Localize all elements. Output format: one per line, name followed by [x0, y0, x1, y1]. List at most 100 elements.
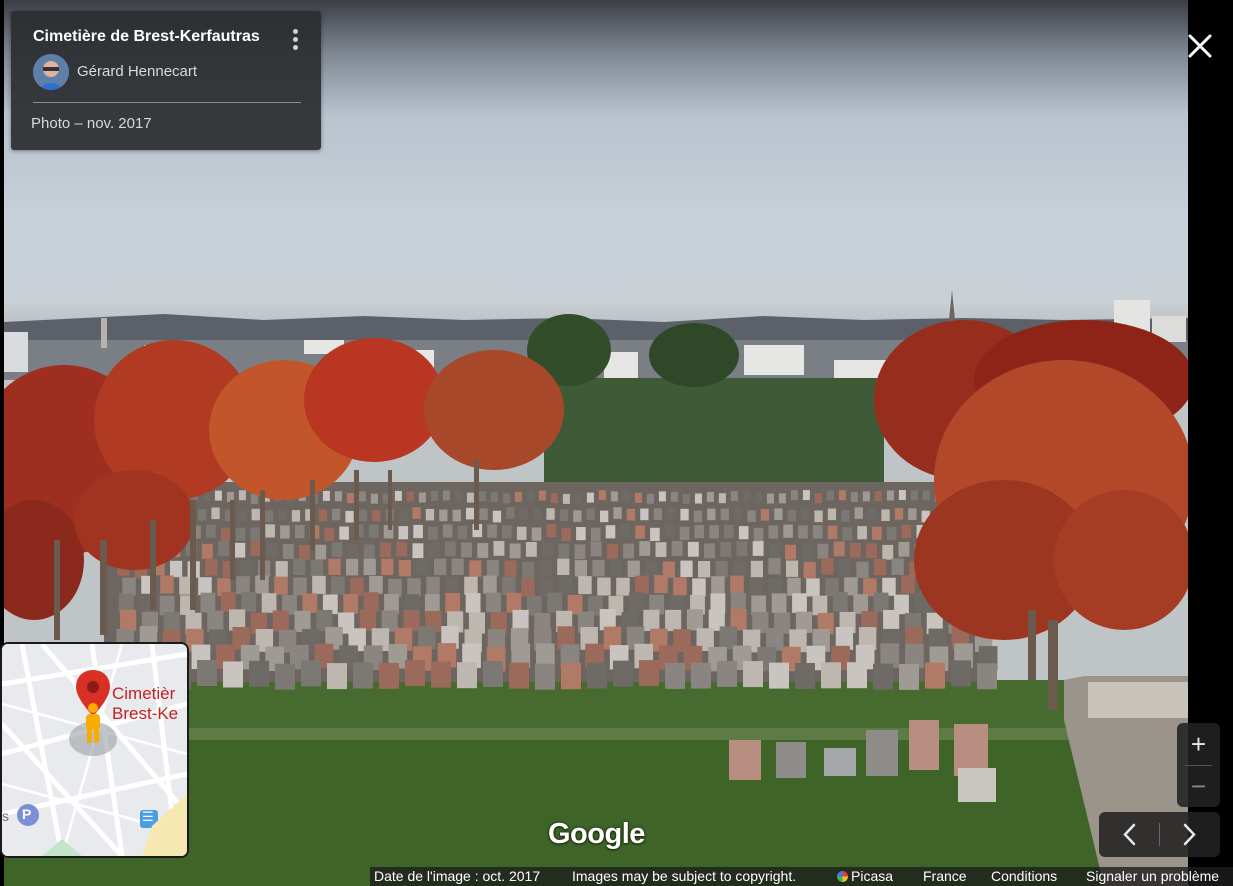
- gravestone: [506, 592, 522, 613]
- gravestone: [368, 524, 379, 538]
- gravestone: [802, 490, 810, 501]
- gravestone: [479, 508, 488, 520]
- gravestone: [655, 542, 667, 557]
- zoom-in-button[interactable]: +: [1177, 723, 1220, 765]
- gravestone: [465, 593, 481, 613]
- gravestone: [492, 510, 502, 523]
- gravestone: [428, 526, 438, 540]
- gravestone: [324, 527, 335, 542]
- gravestone: [547, 592, 563, 613]
- gravestone: [898, 490, 906, 500]
- gravestone: [626, 508, 636, 521]
- gravestone: [418, 492, 426, 503]
- gravestone: [464, 576, 478, 595]
- next-photo-button[interactable]: [1160, 812, 1220, 857]
- place-title[interactable]: Cimetière de Brest-Kerfautras: [33, 28, 260, 46]
- gravestone: [526, 595, 542, 616]
- gravestone: [590, 541, 602, 557]
- gravestone: [717, 660, 737, 687]
- gravestone: [853, 594, 869, 614]
- gravestone: [425, 508, 435, 521]
- gravestone: [220, 592, 236, 612]
- gravestone: [302, 593, 318, 613]
- picasa-link[interactable]: Picasa: [837, 867, 893, 886]
- gravestone: [847, 662, 867, 689]
- gravestone: [369, 575, 383, 594]
- gravestone: [592, 559, 605, 577]
- chevron-right-icon: [1183, 823, 1196, 846]
- zoom-out-button[interactable]: −: [1177, 765, 1220, 807]
- more-options-button[interactable]: [287, 29, 303, 57]
- gravestone: [718, 493, 726, 504]
- author-name[interactable]: Gérard Hennecart: [77, 63, 197, 80]
- picasa-icon: [837, 871, 848, 882]
- mini-map[interactable]: Cimetièr Brest-Ke s P ☰: [0, 642, 189, 858]
- gravestone: [358, 491, 366, 502]
- gravestone: [841, 510, 850, 522]
- gravestone: [812, 525, 823, 539]
- gravestone: [526, 490, 534, 501]
- gravestone: [886, 527, 897, 541]
- gravestone: [720, 542, 732, 557]
- gravestone: [704, 543, 715, 559]
- gravestone: [358, 509, 368, 522]
- gravestone: [466, 492, 474, 503]
- gravestone: [743, 661, 763, 688]
- gravestone: [220, 527, 231, 541]
- gravestone: [801, 507, 810, 520]
- gravestone: [733, 561, 746, 578]
- gravestone: [734, 507, 743, 520]
- gravestone: [711, 576, 725, 595]
- gravestone: [522, 561, 535, 579]
- close-button[interactable]: [1184, 30, 1216, 62]
- gravestone: [749, 577, 763, 596]
- gravestone: [894, 508, 904, 520]
- gravestone: [623, 543, 634, 559]
- gravestone: [873, 592, 889, 613]
- country-label[interactable]: France: [923, 867, 967, 886]
- place-info-card: Cimetière de Brest-Kerfautras Gérard Hen…: [11, 11, 321, 150]
- gravestone: [778, 493, 786, 504]
- gravestone: [610, 491, 618, 502]
- gravestone: [533, 507, 542, 520]
- gravestone: [363, 544, 375, 560]
- gravestone: [874, 491, 882, 502]
- gravestone: [516, 526, 527, 540]
- gravestone: [282, 544, 294, 559]
- gravestone: [768, 558, 781, 575]
- gravestone: [207, 610, 224, 632]
- gravestone: [457, 525, 468, 540]
- gravestone: [223, 661, 243, 688]
- report-problem-link[interactable]: Signaler un problème: [1086, 867, 1219, 886]
- gravestone: [706, 491, 714, 502]
- gravestone: [535, 663, 555, 690]
- gravestone: [430, 490, 438, 501]
- gravestone: [431, 661, 451, 688]
- gravestone: [798, 525, 808, 539]
- gravestone: [814, 493, 822, 504]
- gravestone: [363, 592, 379, 612]
- terms-link[interactable]: Conditions: [991, 867, 1057, 886]
- gravestone: [521, 578, 535, 597]
- gravestone: [715, 560, 728, 578]
- gravestone: [542, 542, 553, 557]
- author-avatar[interactable]: [33, 54, 69, 90]
- gravestone: [407, 578, 421, 597]
- gravestone: [120, 609, 137, 631]
- gravestone: [363, 558, 376, 576]
- gravestone: [519, 507, 528, 520]
- gravestone: [250, 527, 261, 541]
- gravestone: [901, 525, 912, 539]
- gravestone: [339, 526, 349, 540]
- gravestone: [787, 577, 801, 596]
- gravestone: [597, 577, 611, 596]
- gravestone: [466, 507, 475, 520]
- previous-photo-button[interactable]: [1099, 812, 1159, 857]
- gravestone: [826, 490, 834, 501]
- gravestone: [525, 542, 537, 557]
- gravestone: [606, 544, 618, 559]
- gravestone: [783, 524, 793, 538]
- gravestone: [598, 490, 606, 501]
- gravestone: [381, 558, 394, 576]
- gravestone: [346, 559, 359, 576]
